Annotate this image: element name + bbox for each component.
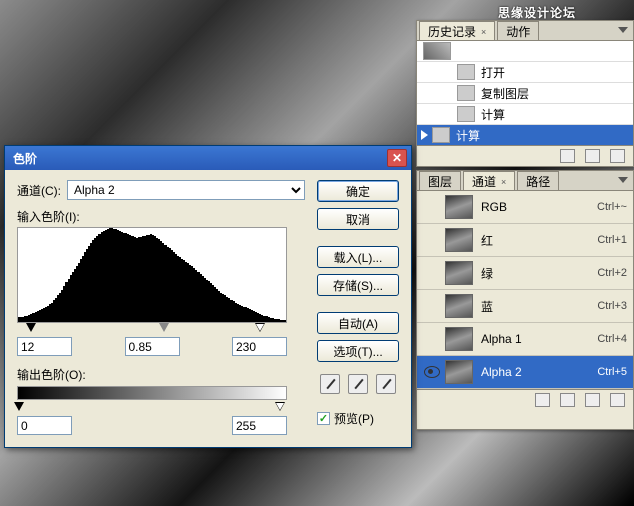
- black-point-slider[interactable]: [26, 323, 36, 332]
- histogram: [17, 227, 287, 323]
- new-channel-icon[interactable]: [585, 393, 600, 407]
- channel-list: RGBCtrl+~ 红Ctrl+1 绿Ctrl+2 蓝Ctrl+3 Alpha …: [417, 191, 633, 389]
- channel-row-blue[interactable]: 蓝Ctrl+3: [417, 290, 633, 323]
- history-row-active[interactable]: 计算: [417, 125, 633, 145]
- close-icon[interactable]: ×: [501, 177, 506, 187]
- dialog-titlebar[interactable]: 色阶 ✕: [5, 146, 411, 170]
- panel-menu-icon[interactable]: [616, 24, 630, 35]
- white-eyedropper-icon[interactable]: [376, 374, 396, 394]
- channel-thumb-icon: [445, 261, 473, 285]
- channel-row-alpha2[interactable]: Alpha 2Ctrl+5: [417, 356, 633, 389]
- channel-thumb-icon: [445, 294, 473, 318]
- step-icon: [457, 85, 475, 101]
- channel-row-red[interactable]: 红Ctrl+1: [417, 224, 633, 257]
- panel-menu-icon[interactable]: [616, 174, 630, 185]
- cancel-button[interactable]: 取消: [317, 208, 399, 230]
- new-doc-icon[interactable]: [560, 149, 575, 163]
- visibility-icon[interactable]: [423, 299, 441, 313]
- white-point-slider[interactable]: [255, 323, 265, 332]
- tab-layers[interactable]: 图层: [419, 171, 461, 190]
- levels-dialog: 色阶 ✕ 通道(C): Alpha 2 输入色阶(I): 输出: [4, 145, 412, 448]
- playhead-icon: [421, 130, 428, 140]
- output-black-field[interactable]: [17, 416, 72, 435]
- input-levels-label: 输入色阶(I):: [17, 208, 305, 225]
- gamma-slider[interactable]: [159, 323, 169, 332]
- channels-tabs: 图层 通道× 路径: [417, 171, 633, 191]
- history-panel: 历史记录× 动作 打开 复制图层 计算 计算: [416, 20, 634, 167]
- load-button[interactable]: 载入(L)...: [317, 246, 399, 268]
- input-white-field[interactable]: [232, 337, 287, 356]
- close-button[interactable]: ✕: [387, 149, 407, 167]
- visibility-icon[interactable]: [423, 266, 441, 280]
- output-gradient: [17, 386, 287, 400]
- ok-button[interactable]: 确定: [317, 180, 399, 202]
- history-row[interactable]: 打开: [417, 62, 633, 83]
- output-white-field[interactable]: [232, 416, 287, 435]
- black-eyedropper-icon[interactable]: [320, 374, 340, 394]
- snapshot-icon[interactable]: [585, 149, 600, 163]
- visibility-icon[interactable]: [423, 233, 441, 247]
- history-row[interactable]: 计算: [417, 104, 633, 125]
- step-icon: [457, 64, 475, 80]
- trash-icon[interactable]: [610, 393, 625, 407]
- channel-thumb-icon: [445, 360, 473, 384]
- input-black-field[interactable]: [17, 337, 72, 356]
- step-icon: [457, 106, 475, 122]
- output-white-slider[interactable]: [275, 402, 285, 411]
- tab-actions[interactable]: 动作: [497, 21, 539, 40]
- preview-label: 预览(P): [334, 410, 374, 427]
- tab-channels[interactable]: 通道×: [463, 171, 515, 190]
- checkbox-icon[interactable]: ✓: [317, 412, 330, 425]
- channel-thumb-icon: [445, 327, 473, 351]
- input-slider-track[interactable]: [17, 323, 287, 333]
- options-button[interactable]: 选项(T)...: [317, 340, 399, 362]
- channel-label: 通道(C):: [17, 182, 61, 199]
- history-footer: [417, 145, 633, 165]
- source-thumb-icon: [423, 42, 451, 60]
- tab-paths[interactable]: 路径: [517, 171, 559, 190]
- channels-footer: [417, 389, 633, 409]
- history-tabs: 历史记录× 动作: [417, 21, 633, 41]
- output-levels-label: 输出色阶(O):: [17, 366, 305, 383]
- input-gamma-field[interactable]: [125, 337, 180, 356]
- watermark-line1: 思缘设计论坛: [498, 6, 576, 20]
- output-black-slider[interactable]: [14, 402, 24, 411]
- save-selection-icon[interactable]: [560, 393, 575, 407]
- channels-panel: 图层 通道× 路径 RGBCtrl+~ 红Ctrl+1 绿Ctrl+2 蓝Ctr…: [416, 170, 634, 430]
- visibility-icon[interactable]: [423, 332, 441, 346]
- channel-select[interactable]: Alpha 2: [67, 180, 305, 200]
- channel-row-rgb[interactable]: RGBCtrl+~: [417, 191, 633, 224]
- step-icon: [432, 127, 450, 143]
- auto-button[interactable]: 自动(A): [317, 312, 399, 334]
- preview-checkbox-row[interactable]: ✓ 预览(P): [317, 410, 399, 427]
- close-icon[interactable]: ×: [481, 27, 486, 37]
- channel-thumb-icon: [445, 195, 473, 219]
- channel-row-alpha1[interactable]: Alpha 1Ctrl+4: [417, 323, 633, 356]
- load-selection-icon[interactable]: [535, 393, 550, 407]
- channel-thumb-icon: [445, 228, 473, 252]
- visibility-icon[interactable]: [423, 200, 441, 214]
- output-slider-track[interactable]: [17, 402, 287, 412]
- trash-icon[interactable]: [610, 149, 625, 163]
- save-button[interactable]: 存储(S)...: [317, 274, 399, 296]
- gray-eyedropper-icon[interactable]: [348, 374, 368, 394]
- tab-history[interactable]: 历史记录×: [419, 21, 495, 40]
- channel-row-green[interactable]: 绿Ctrl+2: [417, 257, 633, 290]
- dialog-title: 色阶: [9, 150, 387, 167]
- history-list: 打开 复制图层 计算 计算: [417, 41, 633, 145]
- history-row[interactable]: 复制图层: [417, 83, 633, 104]
- visibility-icon[interactable]: [423, 365, 441, 379]
- history-source-row[interactable]: [417, 41, 633, 62]
